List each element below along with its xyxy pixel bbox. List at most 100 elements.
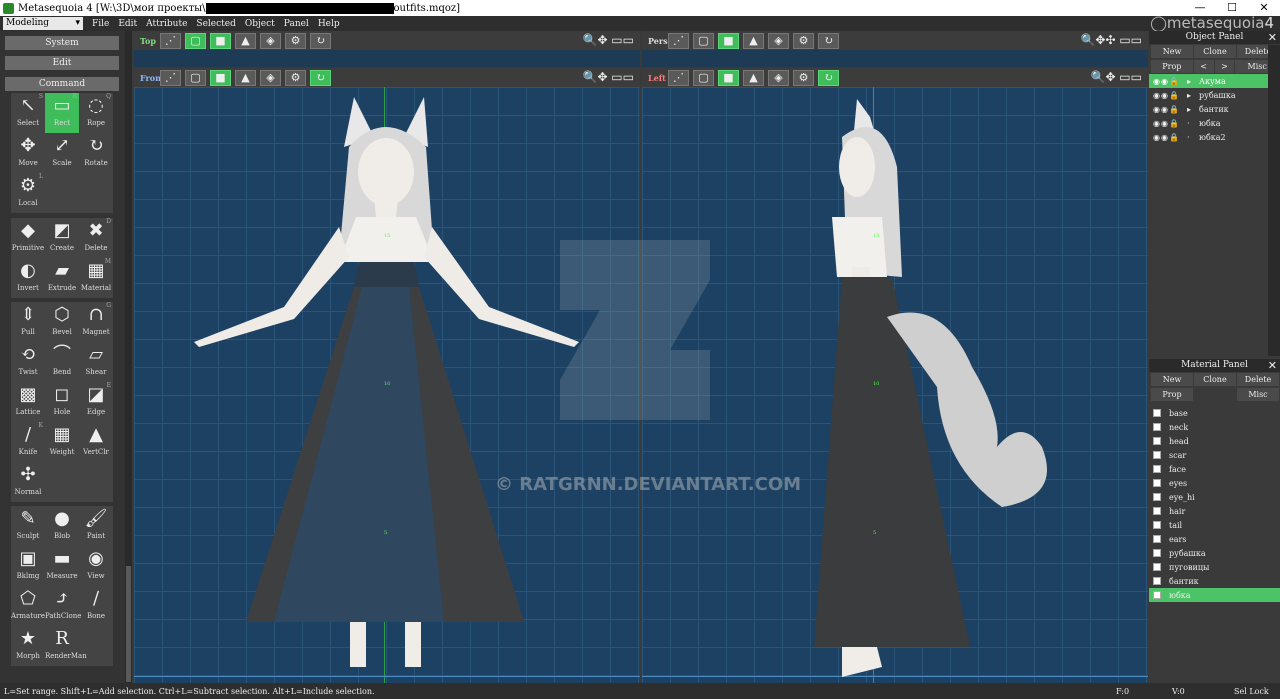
material-checkbox[interactable] [1153,465,1161,473]
material-checkbox[interactable] [1153,493,1161,501]
expand-icon[interactable]: ▸ [1187,105,1199,114]
material-checkbox[interactable] [1153,549,1161,557]
tool-view[interactable]: ◉ View [79,546,113,586]
top-shade-button[interactable]: ■ [210,32,231,49]
pers-range-button[interactable]: ⋰ [668,32,689,49]
tool-knife[interactable]: K / Knife [11,422,45,462]
object-prop-button[interactable]: Prop [1151,60,1193,73]
object-row[interactable]: ◉◉🔒 ▸ рубашка [1149,88,1280,102]
material-row[interactable]: бантик [1149,574,1280,588]
pers-texture-button[interactable]: ▲ [743,32,764,49]
material-row[interactable]: head [1149,434,1280,448]
material-checkbox[interactable] [1153,423,1161,431]
tool-measure[interactable]: ▬ Measure [45,546,79,586]
front-cube-button[interactable]: ◈ [260,69,281,86]
tool-blob[interactable]: ● Blob [45,506,79,546]
tool-pull[interactable]: ⇕ Pull [11,302,45,342]
object-panel-close-icon[interactable]: ✕ [1268,31,1277,44]
object-panel-scrollbar[interactable] [1268,45,1280,356]
tool-renderman[interactable]: R RenderMan [45,626,87,666]
tool-local[interactable]: L ⚙ Local [11,173,45,213]
tool-weight[interactable]: ▦ Weight [45,422,79,462]
material-checkbox[interactable] [1153,535,1161,543]
object-prev-button[interactable]: < [1193,60,1214,73]
tool-lattice[interactable]: ▩ Lattice [11,382,45,422]
left-texture-button[interactable]: ▲ [743,69,764,86]
top-settings-button[interactable]: ⚙ [285,32,306,49]
object-row[interactable]: ◉◉🔒 ▸ бантик [1149,102,1280,116]
tool-bklmg[interactable]: ▣ Bklmg [11,546,45,586]
edit-button[interactable]: Edit [5,56,119,70]
tool-primitive[interactable]: ◆ Primitive [11,218,45,258]
left-settings-button[interactable]: ⚙ [793,69,814,86]
front-shade-button[interactable]: ■ [210,69,231,86]
material-new-button[interactable]: New [1151,373,1193,386]
material-row[interactable]: eye_hi [1149,490,1280,504]
pers-reset-button[interactable]: ↻ [818,32,839,49]
left-range-button[interactable]: ⋰ [668,69,689,86]
menu-attribute[interactable]: Attribute [146,19,187,29]
menu-selected[interactable]: Selected [196,19,235,29]
top-cube-button[interactable]: ◈ [260,32,281,49]
pers-wire-button[interactable]: ▢ [693,32,714,49]
pers-shade-button[interactable]: ■ [718,32,739,49]
material-checkbox[interactable] [1153,591,1161,599]
object-row[interactable]: ◉◉🔒 · юбка2 [1149,130,1280,144]
material-row[interactable]: scar [1149,448,1280,462]
material-checkbox[interactable] [1153,563,1161,571]
expand-icon[interactable]: ▸ [1187,91,1199,100]
material-prop-button[interactable]: Prop [1151,388,1193,401]
tool-twist[interactable]: ⟲ Twist [11,342,45,382]
material-misc-button[interactable]: Misc [1237,388,1279,401]
material-delete-button[interactable]: Delete [1237,373,1279,386]
material-checkbox[interactable] [1153,451,1161,459]
pers-zoom-move-icon[interactable]: 🔍✥✣ ▭▭ [1080,33,1142,47]
front-reset-button[interactable]: ↻ [310,69,331,86]
material-checkbox[interactable] [1153,479,1161,487]
tool-pathclone[interactable]: ⤴ PathClone [45,586,81,626]
pers-view-strip[interactable] [642,50,1148,67]
sel-lock-button[interactable]: Sel Lock [1234,687,1269,696]
tool-magnet[interactable]: G ∩ Magnet [79,302,113,342]
tool-create[interactable]: ◩ Create [45,218,79,258]
top-zoom-move-icon[interactable]: 🔍✥ ▭▭ [583,33,635,47]
tool-vertclr[interactable]: ▲ VertClr [79,422,113,462]
visibility-lock-icon[interactable]: ◉◉🔒 [1153,77,1187,86]
visibility-lock-icon[interactable]: ◉◉🔒 [1153,105,1187,114]
material-clone-button[interactable]: Clone [1194,373,1236,386]
front-texture-button[interactable]: ▲ [235,69,256,86]
expand-icon[interactable]: · [1187,119,1199,128]
material-row[interactable]: пуговицы [1149,560,1280,574]
object-row[interactable]: ◉◉🔒 · юбка [1149,116,1280,130]
tool-bone[interactable]: ∕ Bone [79,586,113,626]
material-row[interactable]: юбка [1149,588,1280,602]
object-next-button[interactable]: > [1214,60,1235,73]
tool-morph[interactable]: ★ Morph [11,626,45,666]
menu-object[interactable]: Object [245,19,275,29]
top-wire-button[interactable]: ▢ [185,32,206,49]
top-reset-button[interactable]: ↻ [310,32,331,49]
pers-settings-button[interactable]: ⚙ [793,32,814,49]
material-row[interactable]: рубашка [1149,546,1280,560]
front-zoom-move-icon[interactable]: 🔍✥ ▭▭ [583,70,635,84]
front-settings-button[interactable]: ⚙ [285,69,306,86]
tool-bend[interactable]: ⌒ Bend [45,342,79,382]
material-row[interactable]: base [1149,406,1280,420]
tool-delete[interactable]: D ✖ Delete [79,218,113,258]
visibility-lock-icon[interactable]: ◉◉🔒 [1153,91,1187,100]
expand-icon[interactable]: ▸ [1187,77,1199,86]
tool-rope[interactable]: Q ◌ Rope [79,93,113,133]
mode-select[interactable]: Modeling [3,17,83,30]
tool-bevel[interactable]: ⬡ Bevel [45,302,79,342]
expand-icon[interactable]: · [1187,133,1199,142]
tool-hole[interactable]: ◻ Hole [45,382,79,422]
top-view-strip[interactable] [134,50,640,67]
tool-rect[interactable]: R ▭ Rect [45,93,79,133]
material-checkbox[interactable] [1153,409,1161,417]
top-range-button[interactable]: ⋰ [160,32,181,49]
tool-move[interactable]: ✥ Move [11,133,45,173]
menu-panel[interactable]: Panel [284,19,309,29]
tool-paint[interactable]: 🖌 Paint [79,506,113,546]
material-row[interactable]: eyes [1149,476,1280,490]
object-clone-button[interactable]: Clone [1194,45,1236,58]
